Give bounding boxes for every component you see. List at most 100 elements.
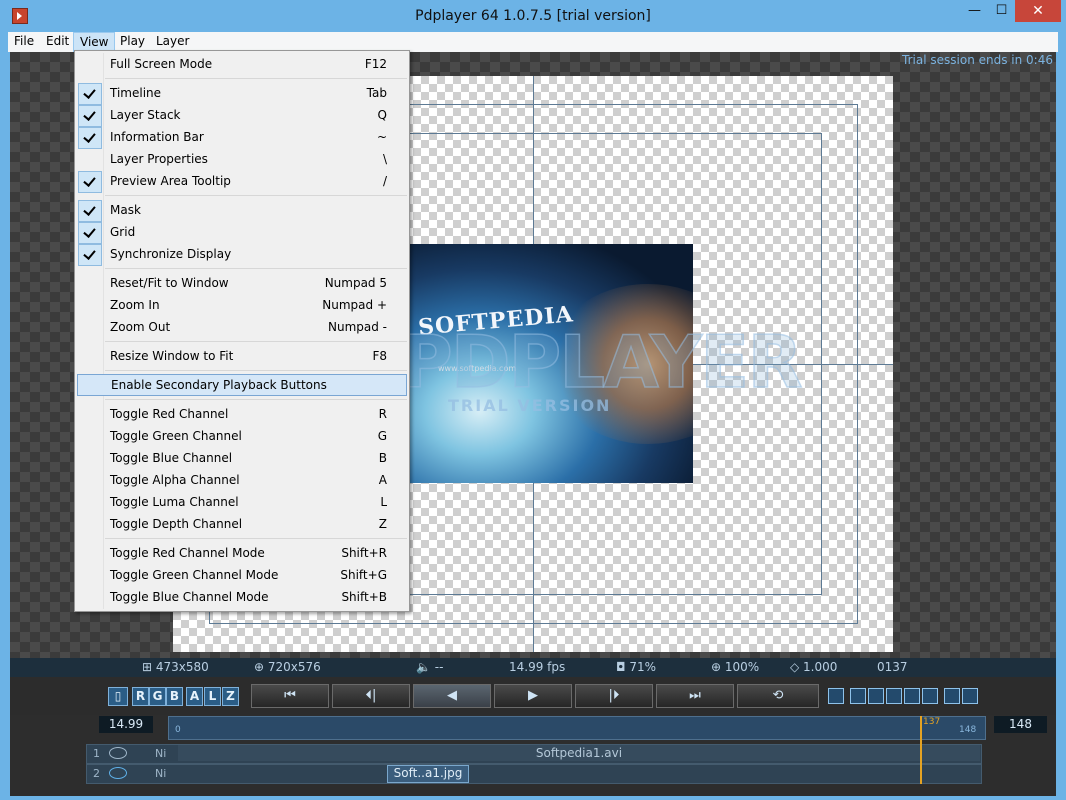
grid-icon[interactable] xyxy=(868,688,884,704)
layer-clip[interactable]: Soft..a1.jpg xyxy=(387,765,469,783)
menu-item-timeline[interactable]: Timeline Tab xyxy=(77,82,407,105)
title-bar[interactable]: Pdplayer 64 1.0.7.5 [trial version] — ☐ … xyxy=(0,0,1066,32)
menu-separator xyxy=(105,370,407,371)
menu-item-information-bar[interactable]: Information Bar ~ xyxy=(77,126,407,149)
check-icon xyxy=(78,127,102,149)
luma-channel-button[interactable]: L xyxy=(204,687,221,706)
menu-item-toggle-green[interactable]: Toggle Green Channel G xyxy=(77,425,407,447)
layer-clip[interactable]: Softpedia1.avi xyxy=(178,745,980,761)
close-button[interactable]: ✕ xyxy=(1015,0,1061,22)
menu-item-sync-display[interactable]: Synchronize Display xyxy=(77,243,407,266)
menu-item-toggle-blue[interactable]: Toggle Blue Channel B xyxy=(77,447,407,469)
compare-icon[interactable] xyxy=(944,688,960,704)
menu-item-secondary-playback[interactable]: Enable Secondary Playback Buttons xyxy=(77,374,407,396)
check-icon xyxy=(78,244,102,266)
menu-play[interactable]: Play xyxy=(114,32,151,52)
menu-item-zoom-out[interactable]: Zoom Out Numpad - xyxy=(77,316,407,338)
menu-separator xyxy=(105,341,407,342)
menu-separator xyxy=(105,195,407,196)
layer-index: 2 xyxy=(93,767,100,780)
green-channel-button[interactable]: G xyxy=(149,687,166,706)
maximize-button[interactable]: ☐ xyxy=(988,0,1015,22)
menu-item-toggle-luma[interactable]: Toggle Luma Channel L xyxy=(77,491,407,513)
playhead[interactable] xyxy=(920,716,922,784)
layer-flag: Ni xyxy=(155,767,167,780)
information-bar: ⊞ 473x580 ⊕ 720x576 🔈 -- 14.99 fps ◘ 71%… xyxy=(10,658,1056,677)
menu-item-blue-mode[interactable]: Toggle Blue Channel Mode Shift+B xyxy=(77,586,407,608)
menu-file[interactable]: File xyxy=(8,32,40,52)
menu-item-grid[interactable]: Grid xyxy=(77,221,407,244)
menu-item-layer-properties[interactable]: Layer Properties \ xyxy=(77,148,407,170)
trial-watermark-sub: TRIAL VERSION xyxy=(448,396,612,415)
play-button[interactable]: ▶ xyxy=(494,684,572,708)
check-icon xyxy=(78,171,102,193)
fps-field[interactable]: 14.99 xyxy=(99,716,153,733)
blue-channel-button[interactable]: B xyxy=(166,687,183,706)
menu-item-green-mode[interactable]: Toggle Green Channel Mode Shift+G xyxy=(77,564,407,586)
layer-row[interactable]: 2 Ni xyxy=(86,764,982,784)
depth-channel-button[interactable]: Z xyxy=(222,687,239,706)
fullscreen-icon[interactable] xyxy=(962,688,978,704)
menu-item-resize-window[interactable]: Resize Window to Fit F8 xyxy=(77,345,407,367)
check-icon xyxy=(78,105,102,127)
timeline-scrubber[interactable]: 0 137 148 xyxy=(168,716,986,740)
menu-item-preview-tooltip[interactable]: Preview Area Tooltip / xyxy=(77,170,407,193)
layer-flag: Ni xyxy=(155,747,167,760)
trial-watermark: PDPLAYER xyxy=(399,319,803,405)
timeline-end-mark: 148 xyxy=(959,725,977,735)
menu-item-full-screen[interactable]: Full Screen Mode F12 xyxy=(77,53,407,75)
minimize-button[interactable]: — xyxy=(961,0,988,22)
menu-layer[interactable]: Layer xyxy=(150,32,195,52)
menu-view[interactable]: View xyxy=(73,32,116,52)
window-title: Pdplayer 64 1.0.7.5 [trial version] xyxy=(415,8,651,24)
prev-frame-button[interactable]: ⏴| xyxy=(332,684,410,708)
canvas-size: ⊕ 720x576 xyxy=(254,660,321,674)
menu-bar: File Edit View Play Layer xyxy=(8,32,1058,52)
menu-edit[interactable]: Edit xyxy=(40,32,75,52)
menu-item-toggle-alpha[interactable]: Toggle Alpha Channel A xyxy=(77,469,407,491)
alpha-channel-button[interactable]: A xyxy=(186,687,203,706)
first-frame-button[interactable]: ⏮ xyxy=(251,684,329,708)
opacity-readout: ◘ 71% xyxy=(616,660,656,674)
fps-readout: 14.99 fps xyxy=(509,660,566,674)
loop-mode-button[interactable]: ⟲ xyxy=(737,684,819,708)
layer-list-icon[interactable] xyxy=(828,688,844,704)
audio-level: 🔈 -- xyxy=(416,660,444,674)
app-window: Pdplayer 64 1.0.7.5 [trial version] — ☐ … xyxy=(0,0,1066,800)
red-channel-button[interactable]: R xyxy=(132,687,149,706)
check-icon xyxy=(78,83,102,105)
menu-item-mask[interactable]: Mask xyxy=(77,199,407,222)
frame-readout: 0137 xyxy=(877,660,908,674)
zoom-readout: ⊕ 100% xyxy=(711,660,760,674)
eye-icon[interactable] xyxy=(109,747,127,759)
image-size: ⊞ 473x580 xyxy=(142,660,209,674)
menu-item-red-mode[interactable]: Toggle Red Channel Mode Shift+R xyxy=(77,542,407,564)
checker-icon[interactable] xyxy=(886,688,902,704)
menu-separator xyxy=(105,399,407,400)
safe-frame-icon[interactable] xyxy=(850,688,866,704)
menu-separator xyxy=(105,268,407,269)
last-frame-button[interactable]: ⏭ xyxy=(656,684,734,708)
timeline-start: 0 xyxy=(175,725,181,735)
next-frame-button[interactable]: |⏵ xyxy=(575,684,653,708)
view-menu: Full Screen Mode F12 Timeline Tab Layer St… xyxy=(74,50,410,612)
mask-icon[interactable] xyxy=(922,688,938,704)
check-icon xyxy=(78,222,102,244)
end-frame-field[interactable]: 148 xyxy=(994,716,1047,733)
aspect-ratio-readout: ◇ 1.000 xyxy=(790,660,838,674)
menu-item-layer-stack[interactable]: Layer Stack Q xyxy=(77,104,407,127)
layer-index: 1 xyxy=(93,747,100,760)
menu-item-toggle-red[interactable]: Toggle Red Channel R xyxy=(77,403,407,425)
menu-separator xyxy=(105,538,407,539)
menu-item-reset-fit[interactable]: Reset/Fit to Window Numpad 5 xyxy=(77,272,407,294)
trial-session-note: Trial session ends in 0:46 xyxy=(902,53,1053,67)
menu-separator xyxy=(105,78,407,79)
timeline-current: 137 xyxy=(923,717,941,727)
eye-icon[interactable] xyxy=(109,767,127,779)
check-icon xyxy=(78,200,102,222)
menu-item-toggle-depth[interactable]: Toggle Depth Channel Z xyxy=(77,513,407,535)
menu-item-zoom-in[interactable]: Zoom In Numpad + xyxy=(77,294,407,316)
play-reverse-button[interactable]: ◀ xyxy=(413,684,491,708)
sidebar-toggle-icon[interactable]: ▯ xyxy=(108,687,128,706)
info-bar-icon[interactable] xyxy=(904,688,920,704)
